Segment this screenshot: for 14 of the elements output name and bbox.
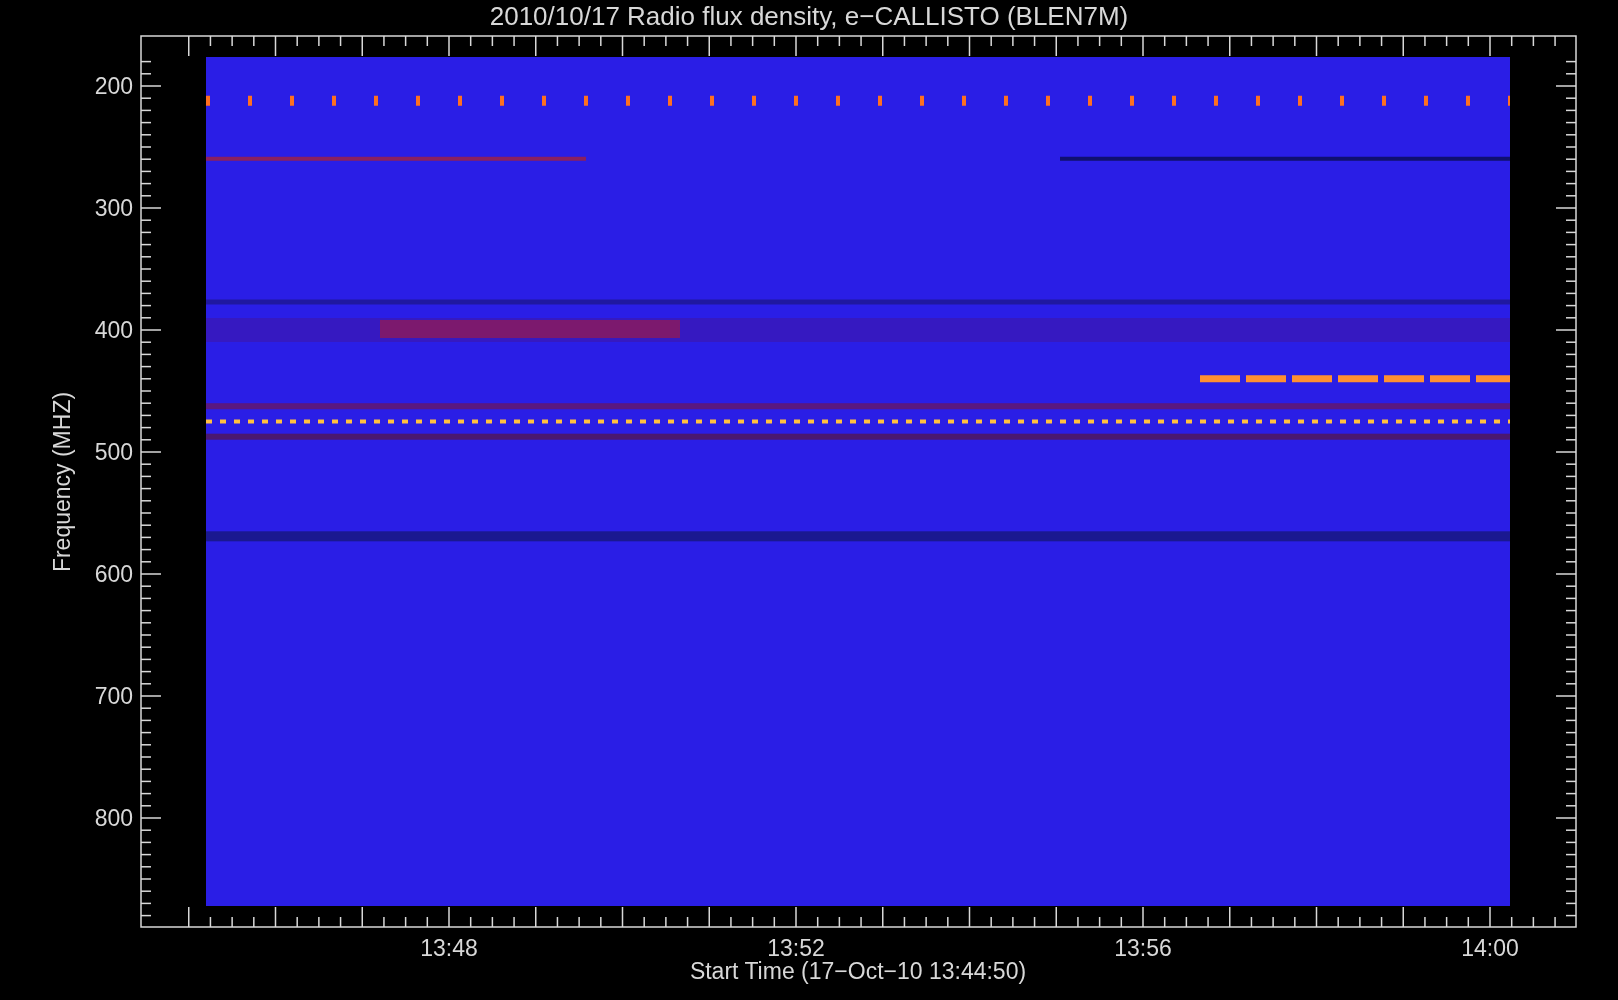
x-tick-label: 13:52 [767, 935, 825, 961]
y-axis-label: Frequency (MHZ) [49, 391, 75, 573]
x-tick-label: 13:56 [1114, 935, 1172, 961]
y-tick-label: 300 [94, 195, 133, 221]
y-tick-label: 400 [94, 317, 133, 343]
y-tick-label: 500 [94, 439, 133, 465]
x-tick-label: 13:48 [420, 935, 478, 961]
y-tick-label: 200 [94, 73, 133, 99]
y-tick-label: 800 [94, 805, 133, 831]
y-tick-label: 700 [94, 683, 133, 709]
plot-title: 2010/10/17 Radio flux density, e−CALLISTO (BLEN7M) [489, 1, 1129, 31]
y-tick-label: 600 [94, 561, 133, 587]
x-axis-label: Start Time (17−Oct−10 13:44:50) [689, 958, 1027, 984]
x-tick-label: 14:00 [1461, 935, 1519, 961]
